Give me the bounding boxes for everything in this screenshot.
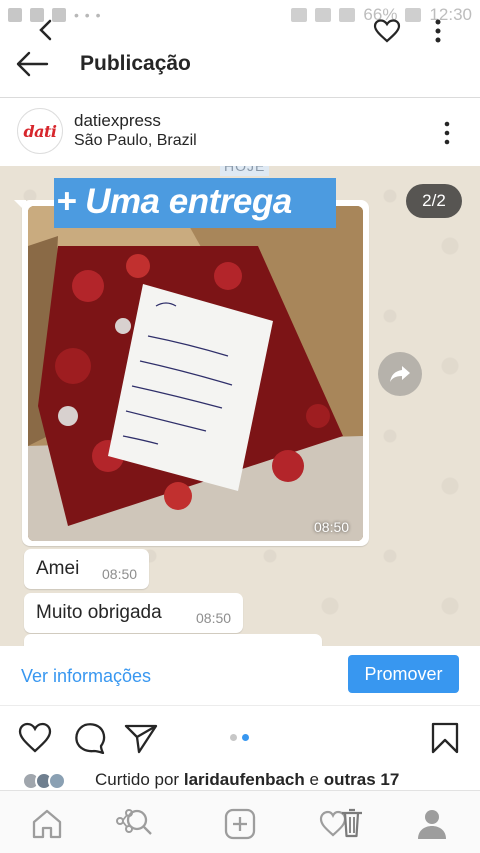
- photo-timestamp: 08:50: [314, 519, 350, 535]
- avatar[interactable]: dati: [17, 108, 63, 154]
- home-icon: [32, 809, 62, 839]
- promote-button[interactable]: Promover: [348, 655, 459, 693]
- page-title: Publicação: [80, 52, 191, 75]
- liker-avatars[interactable]: [22, 772, 92, 790]
- forward-button: [378, 352, 422, 396]
- save-button[interactable]: [430, 722, 464, 754]
- chat-message-text: Amei: [36, 558, 80, 579]
- chat-message-text: Muito obrigada: [36, 602, 162, 623]
- overlay-back-button[interactable]: [34, 18, 58, 42]
- carousel-counter: 2/2: [406, 184, 462, 218]
- mute-icon: [291, 8, 308, 22]
- wifi-icon: [315, 8, 332, 22]
- like-button[interactable]: [18, 722, 52, 754]
- caption-banner: + Uma entrega: [54, 178, 336, 228]
- heart-icon: [373, 19, 401, 43]
- signal-icon: [339, 8, 356, 22]
- post-screen: • • • 66% 12:30 Publicação dati datiexpr…: [0, 0, 480, 853]
- activity-icon: [319, 808, 362, 838]
- liker-username[interactable]: laridaufenbach: [184, 770, 305, 789]
- more-vertical-icon: [435, 19, 441, 43]
- more-notifications-icon: • • •: [74, 7, 102, 23]
- chat-message: Amei 08:50: [24, 549, 149, 589]
- forward-arrow-icon: [390, 366, 410, 382]
- overlay-like-button[interactable]: [373, 19, 401, 43]
- heart-icon: [18, 722, 52, 753]
- location[interactable]: São Paulo, Brazil: [74, 132, 197, 150]
- chat-date-label: HOJE: [220, 166, 270, 176]
- battery-icon: [405, 8, 422, 22]
- nav-add[interactable]: [223, 807, 257, 841]
- more-vertical-icon: [444, 121, 450, 145]
- avatar-logo-text: dati: [23, 121, 57, 141]
- nav-activity[interactable]: [318, 807, 368, 841]
- post-author-row: dati datiexpress São Paulo, Brazil: [0, 98, 480, 166]
- chat-message-time: 08:50: [196, 610, 232, 626]
- likes-others[interactable]: outras 17: [324, 770, 400, 789]
- carousel-dot-active: [242, 734, 249, 741]
- chevron-left-icon: [39, 19, 52, 41]
- status-bar: • • • 66% 12:30: [0, 0, 480, 32]
- carousel-dot: [230, 734, 237, 741]
- nav-profile[interactable]: [415, 807, 449, 841]
- post-options-button[interactable]: [440, 120, 454, 146]
- liker-avatar: [48, 772, 66, 790]
- package-photo: [28, 206, 363, 541]
- bottom-navigation: [0, 790, 480, 853]
- share-button[interactable]: [124, 722, 158, 754]
- post-action-icons: [0, 706, 480, 768]
- likes-prefix: Curtido por: [95, 770, 180, 789]
- search-icon: [116, 809, 152, 835]
- username[interactable]: datiexpress: [74, 111, 161, 131]
- likes-joiner: e: [309, 770, 319, 789]
- chat-message-time: 08:50: [102, 566, 138, 582]
- chat-message-partial: [24, 634, 322, 646]
- view-insights-link[interactable]: Ver informações: [21, 666, 151, 687]
- chat-message: Muito obrigada 08:50: [24, 593, 243, 633]
- profile-icon: [418, 810, 446, 839]
- comment-icon: [75, 723, 106, 755]
- overlay-menu-button[interactable]: [428, 18, 448, 44]
- add-icon: [224, 808, 256, 840]
- comment-button[interactable]: [73, 722, 107, 755]
- facebook-notification-icon: [8, 8, 22, 22]
- bookmark-icon: [431, 722, 459, 754]
- caption-banner-text: + Uma entrega: [56, 182, 292, 221]
- app-header: Publicação: [0, 32, 480, 98]
- back-button[interactable]: [14, 50, 50, 78]
- likes-text[interactable]: Curtido por laridaufenbach e outras 17: [95, 770, 399, 790]
- nav-home[interactable]: [30, 807, 64, 841]
- post-photo[interactable]: HOJE 08:50 + Uma entrega 2/2 Amei 08:50 …: [0, 166, 480, 646]
- paper-plane-icon: [124, 724, 158, 754]
- arrow-left-icon: [16, 51, 49, 77]
- promotion-bar: Ver informações Promover: [0, 646, 480, 706]
- nav-search[interactable]: [115, 807, 152, 841]
